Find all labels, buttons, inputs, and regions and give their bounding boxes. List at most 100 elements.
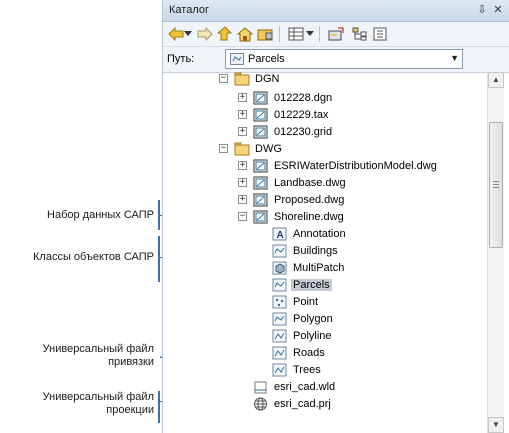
tree-item-label: Shoreline.dwg — [274, 210, 344, 223]
tree-item-label: Roads — [293, 346, 325, 359]
tree-item-label: DWG — [255, 142, 282, 155]
cad-dataset-icon — [253, 193, 269, 207]
polyline-class-icon — [272, 363, 288, 377]
annotation-world-file-line2: привязки — [108, 356, 154, 368]
polygon-class-icon — [272, 278, 288, 292]
tree-item[interactable]: DWG — [234, 140, 284, 157]
tree-structure-icon — [352, 27, 367, 41]
scroll-down-button[interactable]: ▼ — [488, 417, 504, 433]
tree-item-label: Landbase.dwg — [274, 176, 346, 189]
tree-item[interactable]: Roads — [272, 344, 327, 361]
tree-item[interactable]: 012230.grid — [253, 123, 334, 140]
view-dropdown-button[interactable] — [305, 25, 315, 43]
tree-item[interactable]: 012228.dgn — [253, 89, 334, 106]
dropdown-arrow-icon[interactable]: ▼ — [450, 53, 459, 63]
tree-item[interactable]: MultiPatch — [272, 259, 346, 276]
tree-item[interactable]: A Annotation — [272, 225, 348, 242]
home-button[interactable] — [236, 25, 254, 43]
tree-item-label: 012229.tax — [274, 108, 329, 121]
expand-toggle[interactable]: + — [238, 178, 247, 187]
tree-item[interactable]: Parcels — [272, 276, 332, 293]
annotation-feature-classes: Классы объектов САПР — [33, 251, 154, 263]
cad-dataset-icon — [253, 108, 269, 122]
tree-item-label: Annotation — [293, 227, 346, 240]
options-button[interactable] — [371, 25, 389, 43]
scroll-thumb[interactable] — [489, 122, 503, 248]
annotation-world-file-line1: Универсальный файл — [42, 343, 154, 355]
forward-button[interactable] — [196, 25, 214, 43]
tree-item-label: Polyline — [293, 329, 332, 342]
tree-item[interactable]: Landbase.dwg — [253, 174, 348, 191]
collapse-toggle[interactable]: − — [219, 144, 228, 153]
toolbar-separator — [319, 26, 320, 42]
tree-item[interactable]: Polyline — [272, 327, 334, 344]
annotation-world-file: Универсальный файл привязки — [10, 343, 154, 369]
expand-toggle[interactable]: + — [238, 195, 247, 204]
pin-icon[interactable]: ⇩ — [475, 3, 489, 17]
tree-item[interactable]: Shoreline.dwg — [253, 208, 346, 225]
grid-view-icon — [288, 27, 304, 41]
tree-item[interactable]: esri_cad.prj — [253, 395, 333, 412]
tree-item[interactable]: Buildings — [272, 242, 340, 259]
svg-text:A: A — [277, 230, 284, 241]
folder-icon — [234, 142, 250, 156]
polyline-class-icon — [272, 346, 288, 360]
tree-item-label: esri_cad.wld — [274, 380, 336, 393]
tree-item-label: 012228.dgn — [274, 91, 333, 104]
cad-dataset-icon — [253, 91, 269, 105]
close-icon[interactable]: ✕ — [491, 3, 505, 17]
server-connect-icon — [328, 27, 344, 41]
annotation-class-icon: A — [272, 227, 288, 241]
polygon-class-icon — [272, 244, 288, 258]
list-options-icon — [373, 27, 387, 41]
cad-dataset-icon — [253, 176, 269, 190]
tree-item-label: esri_cad.prj — [274, 397, 331, 410]
path-dropdown[interactable]: Parcels ▼ — [225, 49, 463, 69]
path-label: Путь: — [167, 53, 195, 65]
annotation-bar-projection-file — [158, 391, 160, 423]
expand-toggle[interactable]: + — [238, 93, 247, 102]
vertical-scrollbar[interactable]: ▲ ▼ — [487, 72, 504, 433]
toolbar — [163, 22, 509, 47]
folder-icon — [234, 72, 250, 86]
annotation-projection-file-line2: проекции — [106, 404, 154, 416]
tree-button[interactable] — [351, 25, 369, 43]
forward-arrow-icon — [197, 27, 213, 41]
tree-item[interactable]: DGN — [234, 70, 281, 87]
tree-item[interactable]: ESRIWaterDistributionModel.dwg — [253, 157, 439, 174]
expand-toggle[interactable]: + — [238, 110, 247, 119]
cad-dataset-icon — [253, 159, 269, 173]
tree-item-label: Parcels — [291, 278, 332, 291]
tree-item[interactable]: Trees — [272, 361, 323, 378]
tree-item-label: Polygon — [293, 312, 333, 325]
tree-item-label: Buildings — [293, 244, 338, 257]
title-bar: Каталог ⇩ ✕ — [163, 0, 509, 22]
expand-toggle[interactable]: + — [238, 161, 247, 170]
tree-item[interactable]: Proposed.dwg — [253, 191, 346, 208]
annotation-projection-file: Универсальный файл проекции — [10, 391, 154, 417]
world-file-icon — [253, 380, 269, 394]
view-button[interactable] — [287, 25, 305, 43]
tree-item[interactable]: Polygon — [272, 310, 335, 327]
tree-item-label: 012230.grid — [274, 125, 333, 138]
scroll-up-button[interactable]: ▲ — [488, 72, 504, 88]
toolbar-separator — [279, 26, 280, 42]
connect-server-button[interactable] — [327, 25, 345, 43]
projection-file-icon — [253, 397, 269, 411]
back-dropdown-button[interactable] — [183, 25, 193, 43]
point-class-icon — [272, 295, 288, 309]
tree-item[interactable]: esri_cad.wld — [253, 378, 337, 395]
collapse-toggle[interactable]: − — [238, 212, 247, 221]
home-icon — [236, 27, 254, 42]
cad-dataset-icon — [253, 210, 269, 224]
tree-item[interactable]: 012229.tax — [253, 106, 330, 123]
back-arrow-icon — [168, 27, 184, 41]
tree-item-label: MultiPatch — [293, 261, 345, 274]
tree-item-label: DGN — [255, 72, 280, 85]
up-one-level-button[interactable] — [216, 25, 234, 43]
connect-folder-button[interactable] — [256, 25, 274, 43]
expand-toggle[interactable]: + — [238, 127, 247, 136]
annotation-bar-feature-classes — [158, 236, 160, 282]
collapse-toggle[interactable]: − — [219, 74, 228, 83]
tree-item[interactable]: Point — [272, 293, 320, 310]
